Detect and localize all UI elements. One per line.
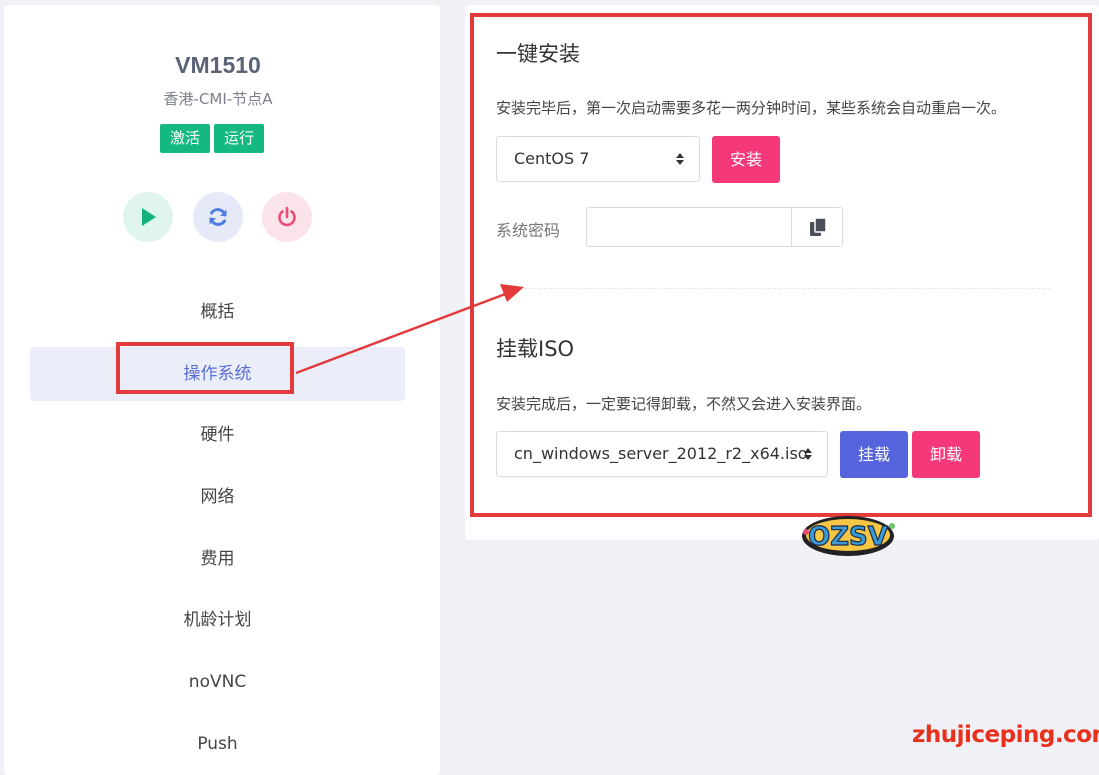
mount-button[interactable]: 挂载 xyxy=(840,431,908,478)
play-icon xyxy=(142,208,156,226)
os-select-value: CentOS 7 xyxy=(514,149,590,168)
os-select[interactable]: CentOS 7 xyxy=(496,136,700,182)
iso-title: 挂载ISO xyxy=(496,337,575,361)
install-title: 一键安装 xyxy=(496,42,580,66)
nav-item-push[interactable]: Push xyxy=(30,717,405,771)
nav-item-hardware[interactable]: 硬件 xyxy=(30,408,405,462)
refresh-icon xyxy=(209,208,227,226)
sticker-text: OZSV xyxy=(808,522,888,552)
nav-item-novnc[interactable]: noVNC xyxy=(30,655,405,709)
nav-item-os[interactable]: 操作系统 xyxy=(30,347,405,401)
copy-password-button[interactable] xyxy=(791,207,843,247)
select-caret-icon xyxy=(676,153,684,165)
start-button[interactable] xyxy=(123,192,173,242)
status-badge-active: 激活 xyxy=(160,124,211,153)
restart-button[interactable] xyxy=(193,192,243,242)
site-watermark: zhujiceping.com xyxy=(912,722,1099,748)
nav-item-network[interactable]: 网络 xyxy=(30,470,405,524)
password-label: 系统密码 xyxy=(496,221,561,240)
install-description: 安装完毕后，第一次启动需要多花一两分钟时间，某些系统会自动重启一次。 xyxy=(496,99,1007,117)
iso-select[interactable]: cn_windows_server_2012_r2_x64.iso xyxy=(496,431,828,477)
unmount-button[interactable]: 卸载 xyxy=(912,431,980,478)
nav-item-billing[interactable]: 费用 xyxy=(30,532,405,586)
power-button[interactable] xyxy=(262,192,312,242)
iso-description: 安装完成后，一定要记得卸载，不然又会进入安装界面。 xyxy=(496,395,872,413)
vm-name: VM1510 xyxy=(175,52,261,78)
password-field[interactable] xyxy=(586,207,792,247)
copy-icon xyxy=(810,217,827,236)
section-divider xyxy=(524,288,1050,289)
vm-node-location: 香港-CMI-节点A xyxy=(163,90,273,108)
status-badge-running: 运行 xyxy=(214,124,265,153)
power-icon xyxy=(278,206,296,227)
install-button[interactable]: 安装 xyxy=(712,136,780,183)
status-badges: 激活 运行 xyxy=(160,124,265,153)
nav-item-overview[interactable]: 概括 xyxy=(30,285,405,339)
ozsv-sticker-logo: OZSV xyxy=(800,512,900,566)
select-caret-icon xyxy=(804,448,812,460)
nav-item-age-plan[interactable]: 机龄计划 xyxy=(30,593,405,647)
iso-select-value: cn_windows_server_2012_r2_x64.iso xyxy=(514,444,808,463)
